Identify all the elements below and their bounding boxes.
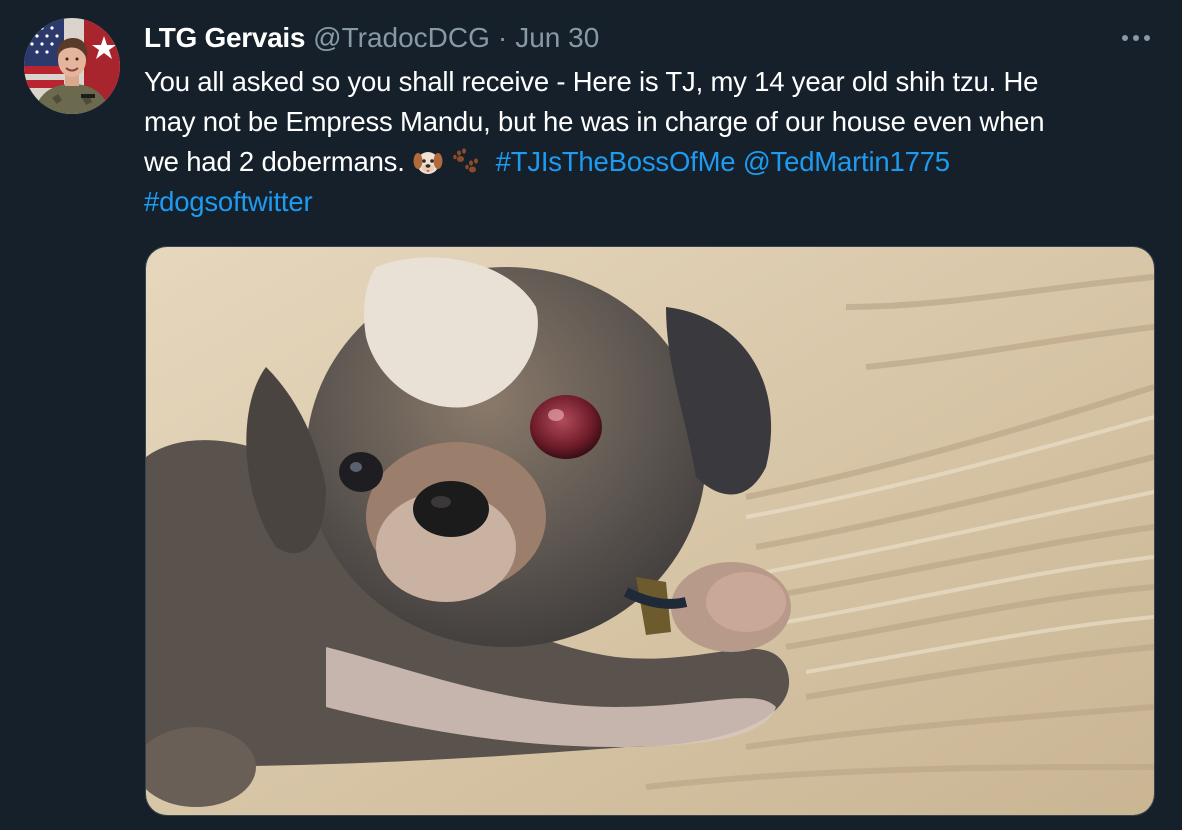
tweet-header: LTG Gervais @TradocDCG · Jun 30 <box>144 20 599 56</box>
tweet-date[interactable]: Jun 30 <box>515 22 599 54</box>
more-options-button[interactable] <box>1118 22 1154 52</box>
tweet-text-line: You all asked so you shall receive - Her… <box>144 66 1039 97</box>
separator-dot: · <box>497 22 508 53</box>
tweet-text-line: may not be Empress Mandu, but he was in … <box>144 106 1045 137</box>
hashtag-link[interactable]: #TJIsTheBossOfMe <box>496 146 736 177</box>
tweet[interactable]: LTG Gervais @TradocDCG · Jun 30 You all … <box>0 0 1182 830</box>
dog-photo-image <box>146 247 1154 815</box>
tweet-text-line: #dogsoftwitter <box>144 182 1154 222</box>
mention-link[interactable]: @TedMartin1775 <box>743 146 950 177</box>
more-horizontal-icon <box>1122 35 1150 41</box>
author-avatar[interactable] <box>24 18 120 114</box>
hashtag-link[interactable]: #dogsoftwitter <box>144 186 313 217</box>
author-display-name[interactable]: LTG Gervais <box>144 22 305 54</box>
tweet-photo[interactable] <box>145 246 1155 816</box>
avatar-image <box>24 18 120 114</box>
paw-prints-emoji <box>453 148 479 173</box>
tweet-text-segment: we had 2 dobermans. <box>144 146 405 177</box>
tweet-text-line: we had 2 dobermans. #TJIsTheBossOfMe @Te… <box>144 142 1154 182</box>
author-handle[interactable]: @TradocDCG <box>313 22 490 54</box>
tweet-text: You all asked so you shall receive - Her… <box>144 62 1154 222</box>
dog-face-emoji <box>413 152 443 174</box>
